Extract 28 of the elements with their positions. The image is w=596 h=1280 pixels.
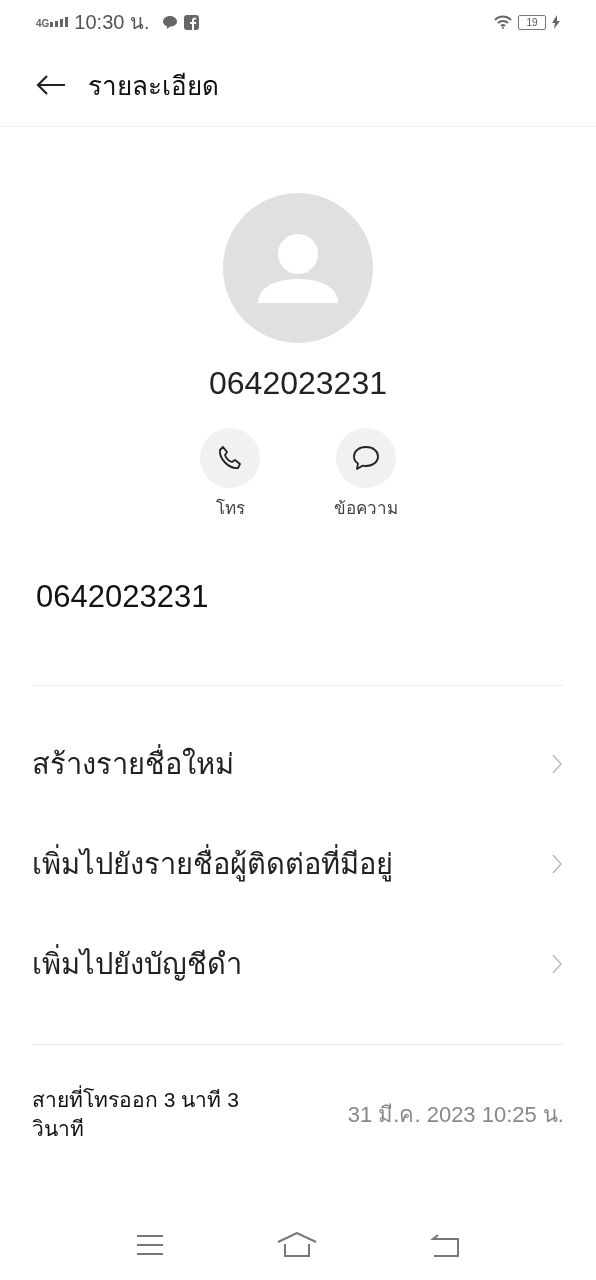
call-time: 31 มี.ค. 2023 10:25 น. bbox=[347, 1100, 564, 1129]
home-icon[interactable] bbox=[277, 1232, 317, 1258]
speech-bubble-icon bbox=[351, 444, 381, 472]
menu-icon[interactable] bbox=[136, 1234, 165, 1256]
chat-bubble-icon bbox=[161, 14, 178, 30]
back-button[interactable] bbox=[36, 75, 66, 95]
message-button[interactable]: ข้อความ bbox=[321, 428, 411, 521]
signal-icon bbox=[50, 17, 69, 27]
wifi-icon bbox=[494, 15, 512, 29]
chevron-icon bbox=[552, 854, 562, 874]
chevron-icon bbox=[552, 954, 562, 974]
call-button[interactable]: โทร bbox=[185, 428, 275, 521]
back-icon[interactable] bbox=[429, 1233, 460, 1257]
menu-item[interactable]: เพิ่มไปยังบัญชีดำ bbox=[32, 941, 242, 987]
avatar-icon bbox=[223, 193, 373, 343]
contact-name: 0642023231 bbox=[209, 365, 387, 402]
app-icon bbox=[183, 14, 199, 30]
phone-number: 0642023231 bbox=[35, 578, 210, 615]
chevron-icon bbox=[552, 754, 562, 774]
call-description: สายที่โทรออก 3 นาที 3 วินาที bbox=[32, 1085, 292, 1144]
charging-icon bbox=[552, 15, 560, 29]
battery-icon: 19 bbox=[518, 14, 546, 30]
menu-item[interactable]: สร้างรายชื่อใหม่ bbox=[32, 741, 234, 787]
network-type: 4G bbox=[36, 18, 50, 29]
clock: 10:30 น. bbox=[74, 10, 150, 35]
phone-icon bbox=[216, 444, 244, 472]
menu-item[interactable]: เพิ่มไปยังรายชื่อผู้ติดต่อที่มีอยู่ bbox=[32, 841, 393, 887]
page-title: รายละเอียด bbox=[88, 69, 219, 103]
